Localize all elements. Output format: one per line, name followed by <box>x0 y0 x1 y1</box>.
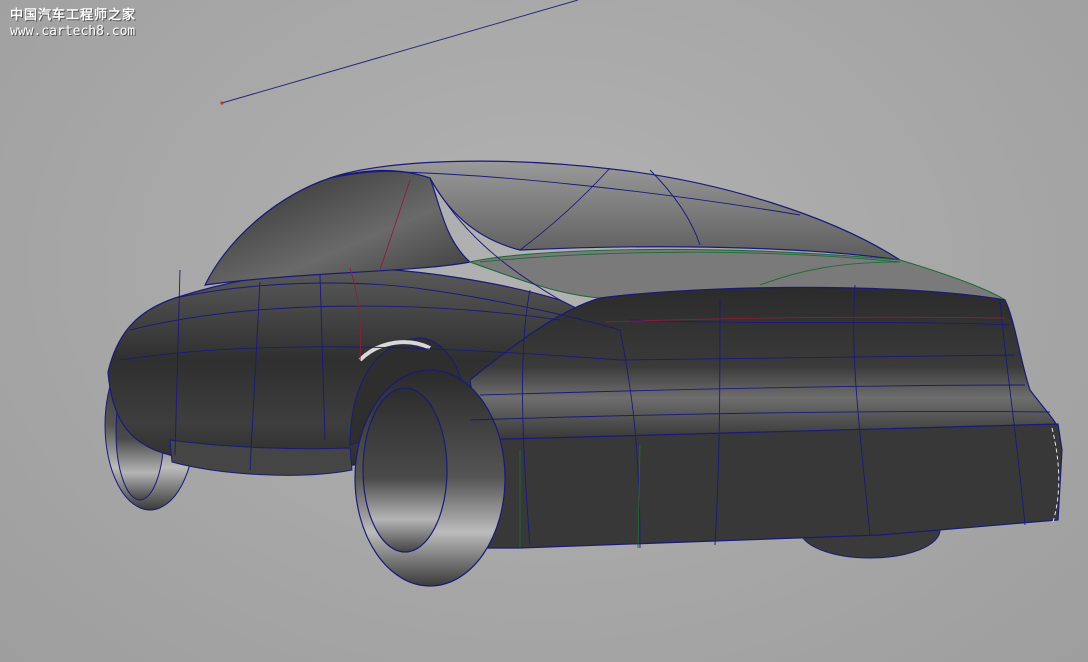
side-window[interactable] <box>203 170 472 286</box>
watermark-site-name: 中国汽车工程师之家 <box>10 8 137 23</box>
modeling-viewport[interactable]: 中国汽车工程师之家 www.cartech8.com <box>0 0 1088 662</box>
curve-endpoint[interactable] <box>220 101 224 105</box>
construction-curve[interactable] <box>221 0 579 104</box>
watermark: 中国汽车工程师之家 www.cartech8.com <box>10 8 136 41</box>
rear-bumper[interactable] <box>469 423 1063 549</box>
car-model-render[interactable] <box>0 0 1088 662</box>
watermark-url: www.cartech8.com <box>10 24 136 40</box>
